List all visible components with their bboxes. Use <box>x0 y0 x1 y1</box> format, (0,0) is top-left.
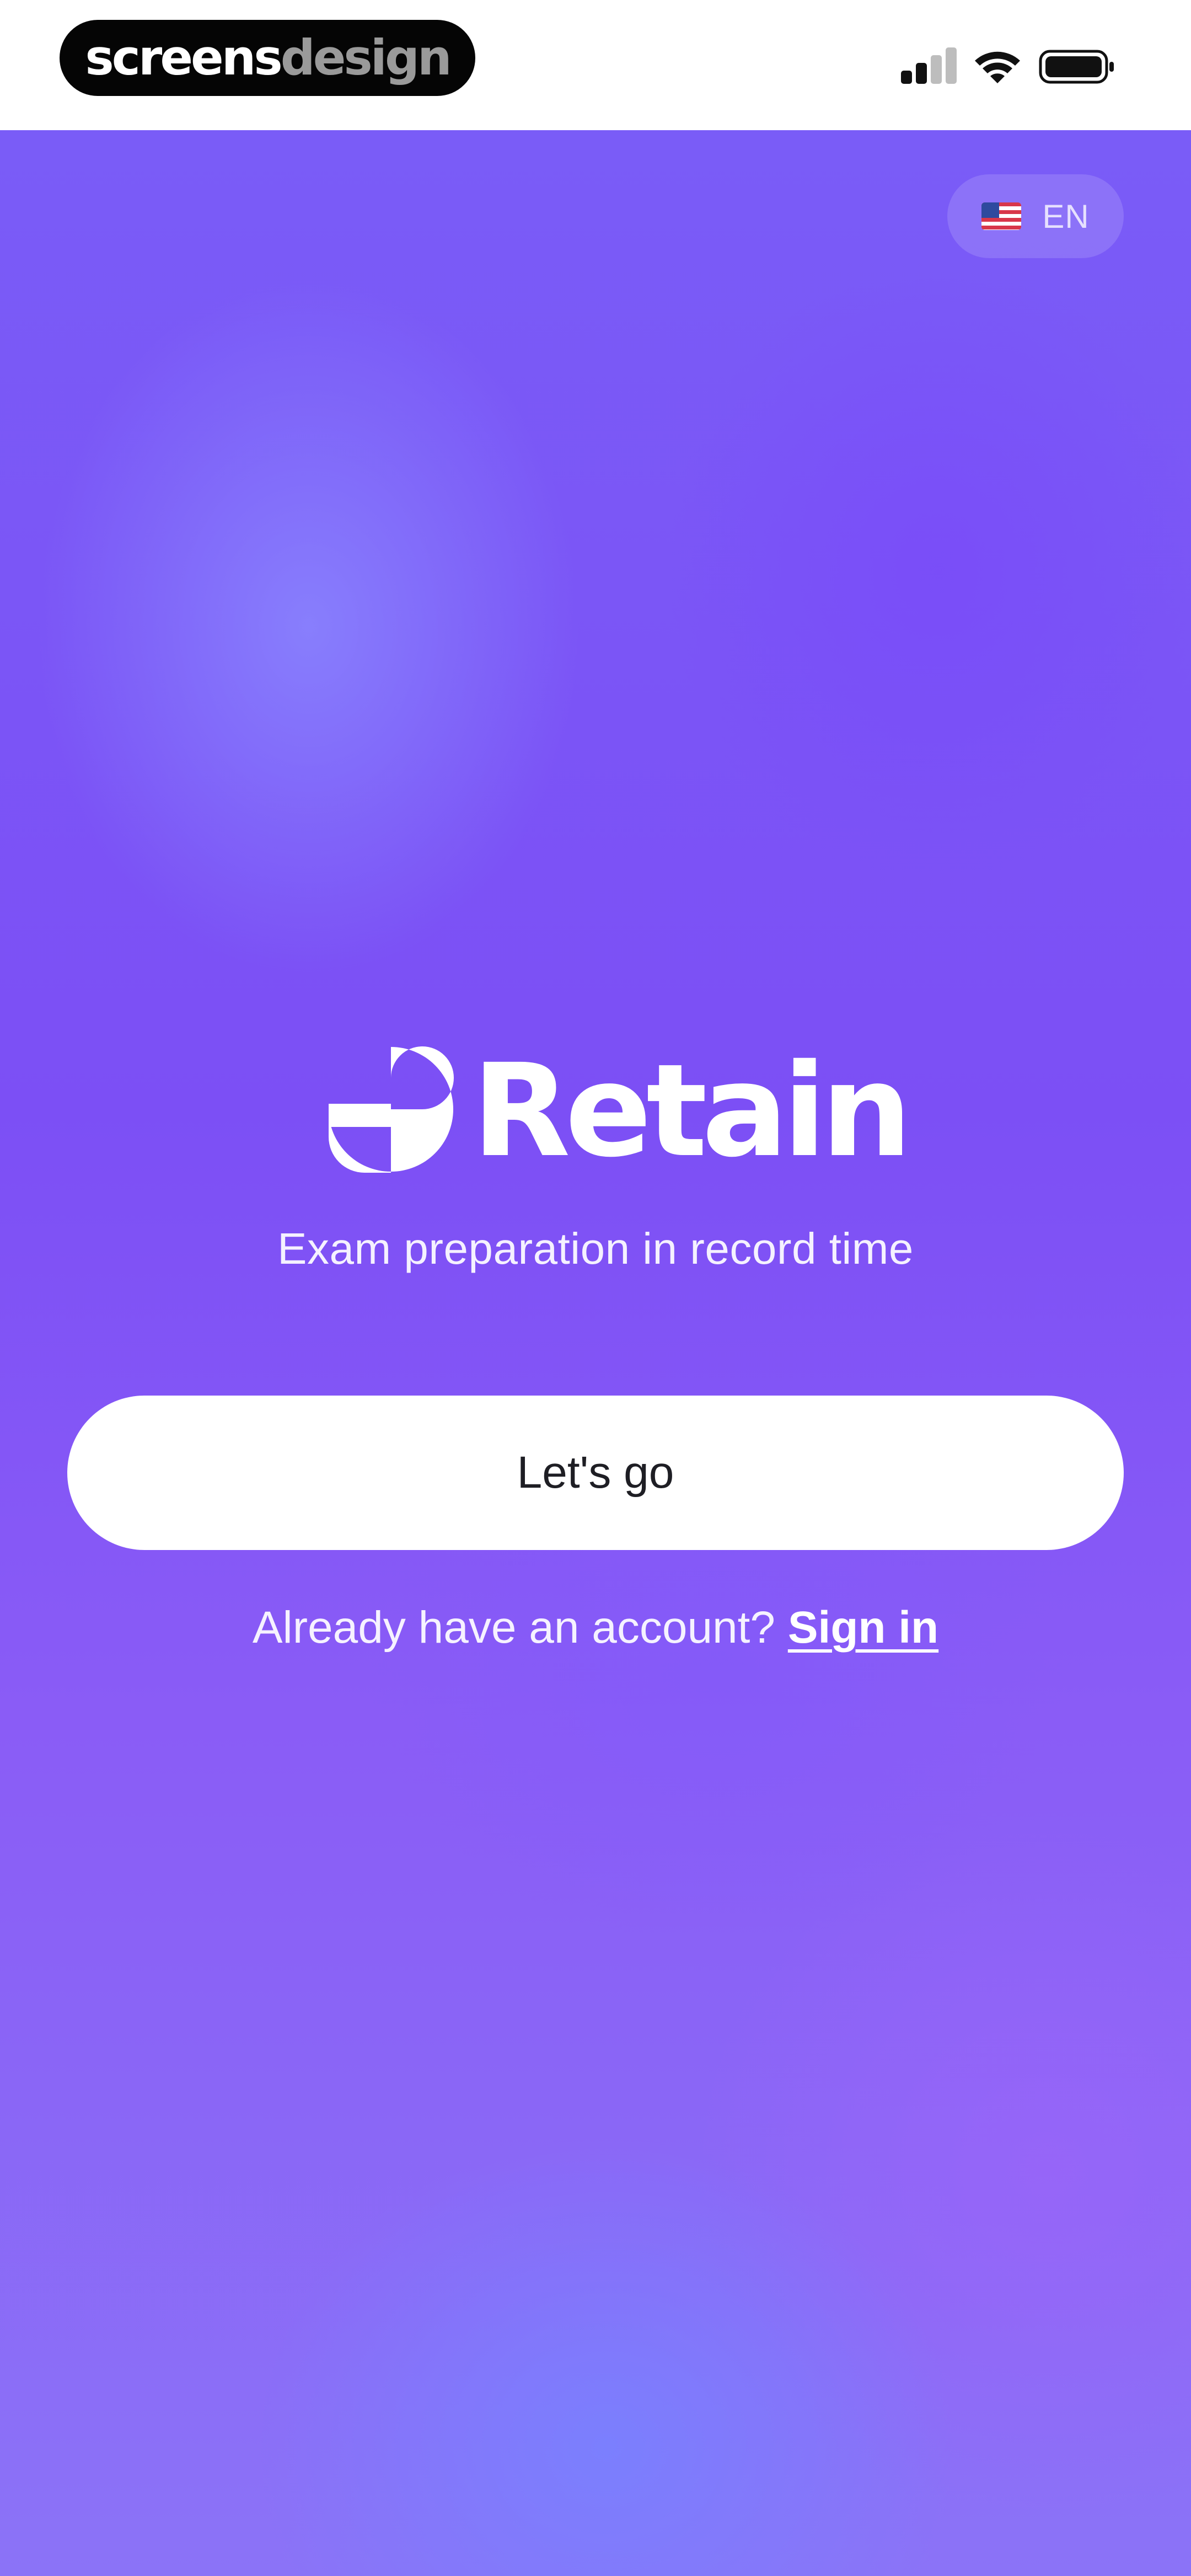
signal-icon <box>901 47 957 84</box>
retain-logo-icon <box>329 1046 454 1173</box>
watermark-text-screens: screens <box>85 29 282 86</box>
status-bar: screens design <box>0 0 1191 130</box>
battery-icon <box>1039 50 1114 84</box>
app-screen: screens design EN Retain Exam preparatio… <box>0 0 1191 2576</box>
language-selector[interactable]: EN <box>947 174 1124 258</box>
us-flag-icon <box>981 202 1022 230</box>
retain-logo: Retain <box>328 1046 912 1175</box>
gradient-background <box>0 130 1191 2576</box>
account-prompt: Already have an account? <box>252 1602 776 1653</box>
sign-in-link[interactable]: Sign in <box>788 1602 938 1653</box>
signin-row: Already have an account? Sign in <box>0 1602 1191 1654</box>
lets-go-button[interactable]: Let's go <box>67 1396 1124 1550</box>
screensdesign-watermark: screens design <box>60 20 475 96</box>
watermark-text-design: design <box>280 29 452 86</box>
wifi-icon <box>975 51 1020 83</box>
language-code: EN <box>1042 197 1090 235</box>
brand-name: Retain <box>472 1036 912 1185</box>
tagline: Exam preparation in record time <box>277 1224 914 1273</box>
